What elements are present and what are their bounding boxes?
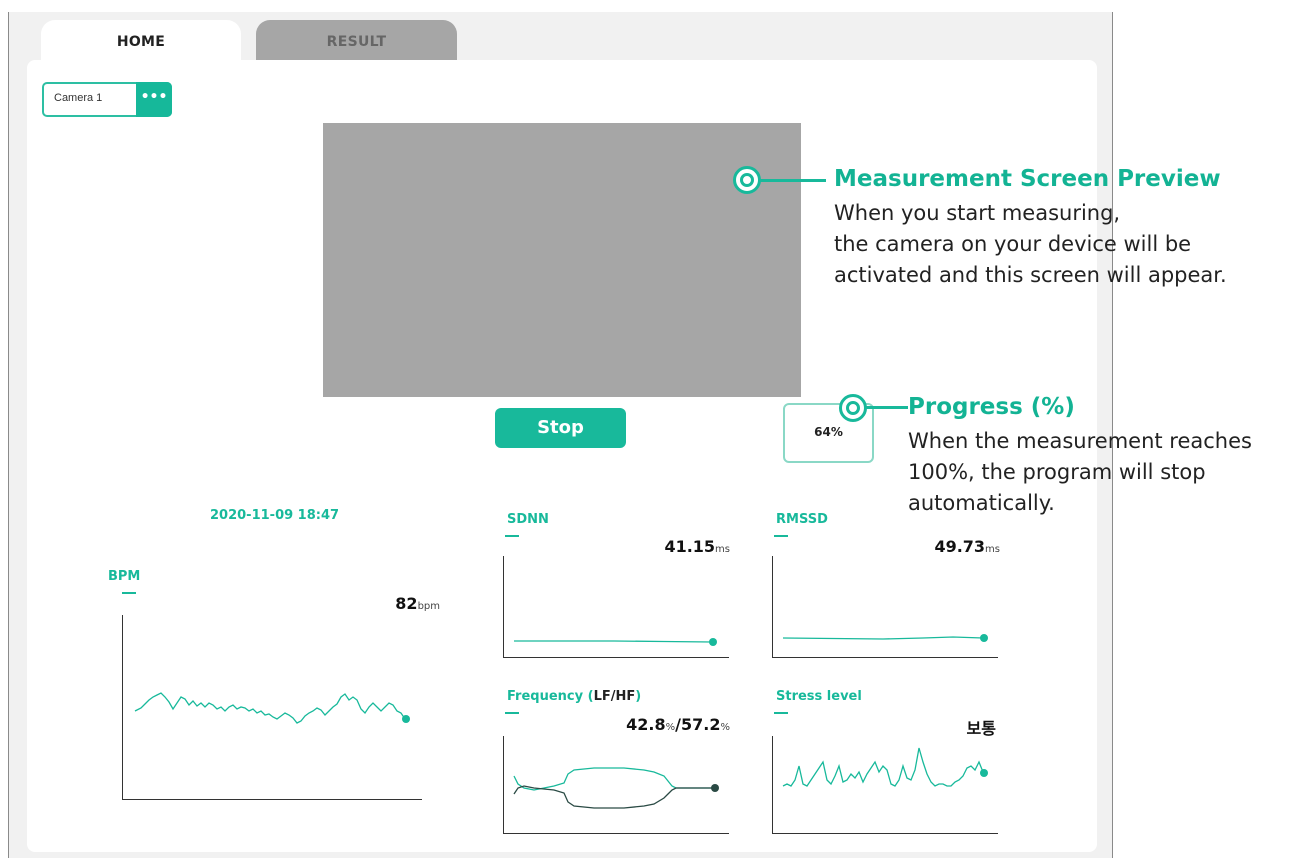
stress-line [782,747,984,787]
stop-button[interactable]: Stop [495,408,626,448]
stress-title: Stress level [776,689,862,704]
preview-callout-text-3: activated and this screen will appear. [834,263,1227,287]
preview-callout-title: Measurement Screen Preview [834,166,1221,192]
preview-callout-text-2: the camera on your device will be [834,232,1192,256]
preview-callout-line [760,179,826,182]
preview-callout-text-1: When you start measuring, [834,201,1121,225]
lf-unit: % [665,722,676,733]
stress-line-chart [782,747,988,787]
rmssd-title-underline [774,535,788,537]
sdnn-last-point [709,638,717,646]
progress-callout-line [866,406,908,409]
hf-value: 57.2 [681,715,721,734]
measurement-datetime: 2020-11-09 18:47 [210,508,340,523]
rmssd-last-point [980,634,988,642]
bpm-last-point [402,715,410,723]
bpm-chart [122,615,422,800]
rmssd-line [782,636,984,640]
sdnn-number: 41.15 [664,537,716,556]
progress-callout-text-1: When the measurement reaches [908,429,1252,453]
sdnn-title-underline [505,535,519,537]
preview-callout-marker-icon [733,166,761,194]
hf-unit: % [720,722,730,733]
frequency-last-point [711,784,719,792]
frequency-chart [503,736,729,834]
stress-chart [772,736,998,834]
rmssd-number: 49.73 [934,537,986,556]
frequency-title-underline [505,712,519,714]
progress-callout-text-2: 100%, the program will stop [908,460,1206,484]
frequency-line-chart [513,767,719,809]
bpm-number: 82 [395,594,418,613]
stress-last-point [980,769,988,777]
rmssd-chart [772,556,998,658]
frequency-title-lf-hf: LF/HF [593,689,636,704]
progress-callout-marker-icon [839,394,867,422]
sdnn-title: SDNN [507,512,549,527]
lf-line [513,767,714,791]
bpm-title-underline [122,592,136,594]
rmssd-title: RMSSD [776,512,828,527]
progress-callout-text-3: automatically. [908,491,1055,515]
sdnn-unit: ms [715,544,730,555]
sdnn-chart [503,556,729,658]
camera-more-button[interactable]: ••• [136,82,172,117]
frequency-value: 42.8%/57.2% [580,715,730,734]
camera-select-value: Camera 1 [54,92,103,104]
stress-title-underline [774,712,788,714]
lf-value: 42.8 [626,715,666,734]
rmssd-unit: ms [985,544,1000,555]
frequency-title-suffix: ) [635,689,642,704]
bpm-value: 82bpm [360,594,440,613]
rmssd-line-chart [782,634,988,642]
hf-line [513,785,714,809]
bpm-unit: bpm [417,601,440,612]
sdnn-line-chart [514,638,717,646]
frequency-title: Frequency (LF/HF) [507,689,641,704]
sdnn-line [514,640,713,643]
measurement-preview [323,123,801,397]
sdnn-value: 41.15ms [630,537,730,556]
camera-select[interactable]: Camera 1 ••• [42,82,172,117]
frequency-title-prefix: Frequency ( [507,689,594,704]
rmssd-value: 49.73ms [900,537,1000,556]
bpm-line-chart [134,692,410,724]
bpm-title: BPM [108,569,141,584]
progress-callout-title: Progress (%) [908,394,1075,420]
bpm-line [134,692,406,724]
